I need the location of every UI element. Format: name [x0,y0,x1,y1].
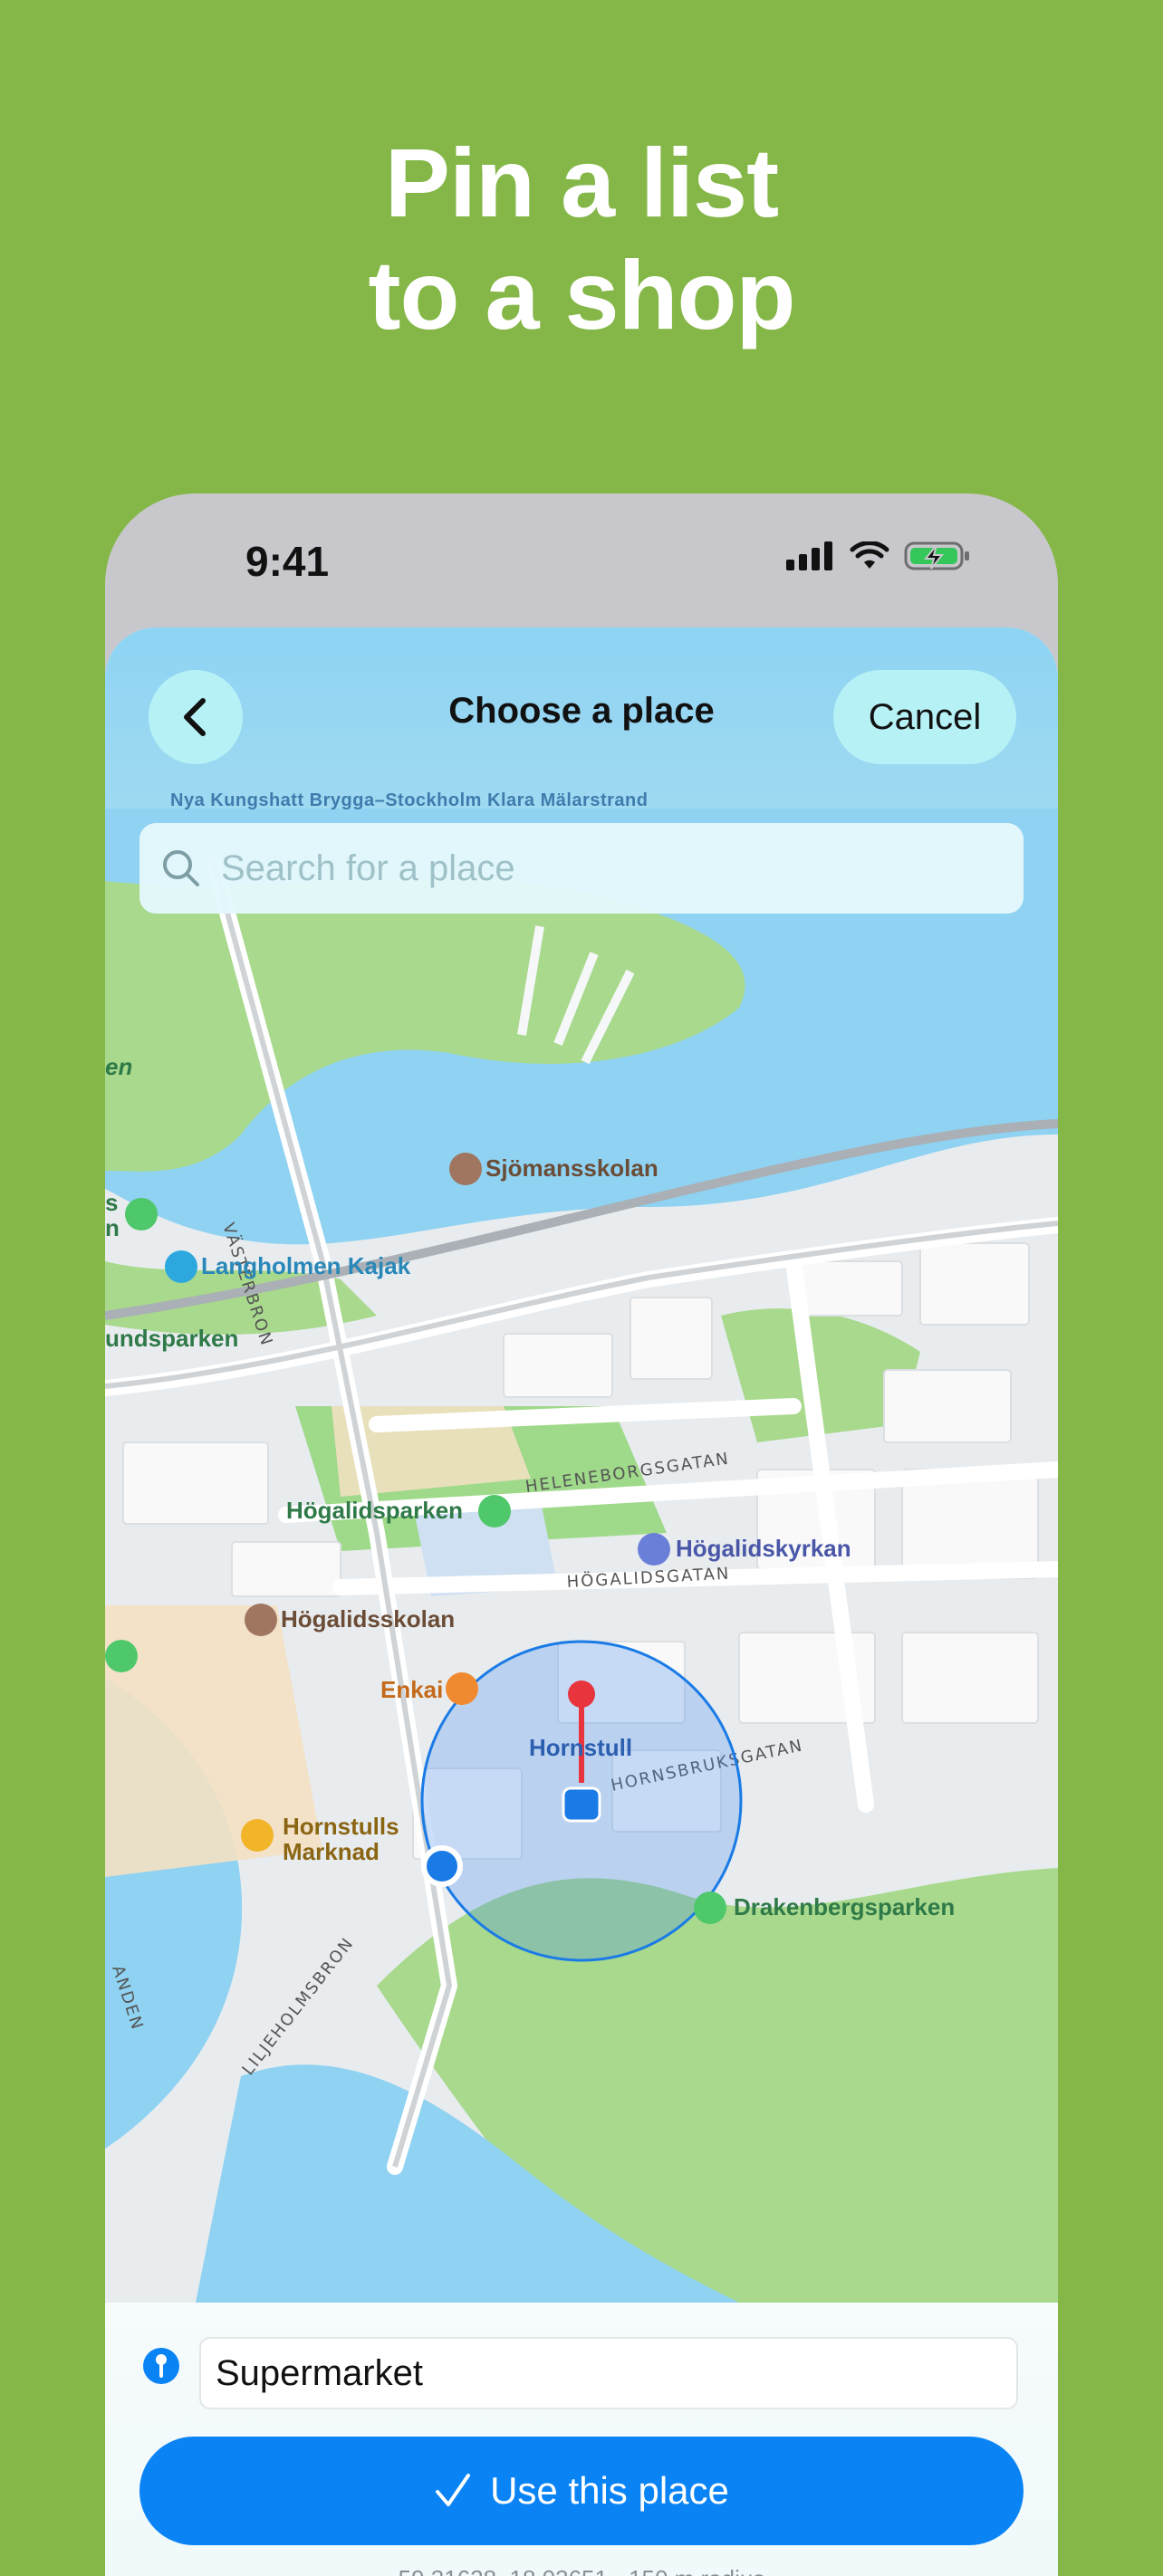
phone-frame: 9:41 VÄSTERBRON HELENEBORGSGATAN HÖGALID… [105,493,1058,2576]
poi-label-hogalidsskolan: Högalidsskolan [281,1605,456,1633]
current-location-dot [421,1845,463,1887]
school-icon [245,1604,277,1636]
battery-charging-icon [904,541,969,570]
poi-label-undsparken: undsparken [105,1325,239,1352]
school-icon [449,1153,482,1185]
bus-stop-icon [125,1198,158,1231]
poi-label-drakenbergsparken: Drakenbergsparken [734,1893,956,1920]
status-bar: 9:41 [105,493,1058,629]
poi-label-fragment-en: en [105,1053,133,1080]
kayak-icon [165,1250,197,1283]
cellular-signal-icon [786,541,832,570]
map-pin-icon[interactable] [568,1681,595,1708]
wifi-icon [850,541,889,569]
place-picker-sheet: VÄSTERBRON HELENEBORGSGATAN HÖGALIDSGATA… [105,627,1058,2576]
map-route-label: Nya Kungshatt Brygga–Stockholm Klara Mäl… [170,790,649,810]
checkmark-icon [436,2474,471,2506]
place-name-field[interactable]: Supermarket [199,2337,1018,2409]
poi-label-hornstulls-marknad-line2: Marknad [283,1838,380,1865]
use-this-place-button[interactable]: Use this place [139,2437,1024,2545]
poi-label-hogalidskyrkan: Högalidskyrkan [676,1535,851,1562]
park-icon [694,1891,726,1924]
nav-bar: Choose a place Cancel [105,627,1058,809]
poi-label-langholmen-kajak: Langholmen Kajak [201,1252,411,1279]
status-icons [786,541,971,571]
headline-line-1: Pin a list [384,128,779,237]
location-pin-icon [143,2348,179,2384]
park-icon [105,1640,138,1672]
poi-label-fragment-s: s [105,1189,119,1216]
poi-label-fragment-n: n [105,1214,120,1241]
poi-label-hornstull: Hornstull [529,1734,633,1761]
poi-label-enkai: Enkai [380,1676,444,1703]
poi-label-sjomansskolan: Sjömansskolan [485,1154,658,1182]
headline: Pin a list to a shop [0,127,1163,351]
search-bar[interactable]: Search for a place [139,823,1024,914]
park-icon [478,1495,511,1527]
poi-label-hogalidsparken: Högalidsparken [286,1497,464,1524]
status-time: 9:41 [245,538,330,585]
coordinates-text: 59.31628, 18.03651 · 150 m radius [105,2565,1058,2576]
bottom-panel: Supermarket Use this place 59.31628, 18.… [105,2303,1058,2576]
restaurant-icon [446,1672,478,1705]
headline-line-2: to a shop [368,240,796,350]
church-icon [638,1533,670,1566]
poi-label-hornstulls-marknad: Hornstulls Marknad [283,1814,399,1864]
use-this-place-label: Use this place [490,2469,729,2512]
cancel-button[interactable]: Cancel [833,670,1016,764]
search-input[interactable]: Search for a place [221,848,515,889]
search-icon [163,850,199,886]
metro-station-icon [562,1786,601,1823]
shopping-icon [241,1819,274,1852]
poi-label-hornstulls-marknad-line1: Hornstulls [283,1813,399,1840]
